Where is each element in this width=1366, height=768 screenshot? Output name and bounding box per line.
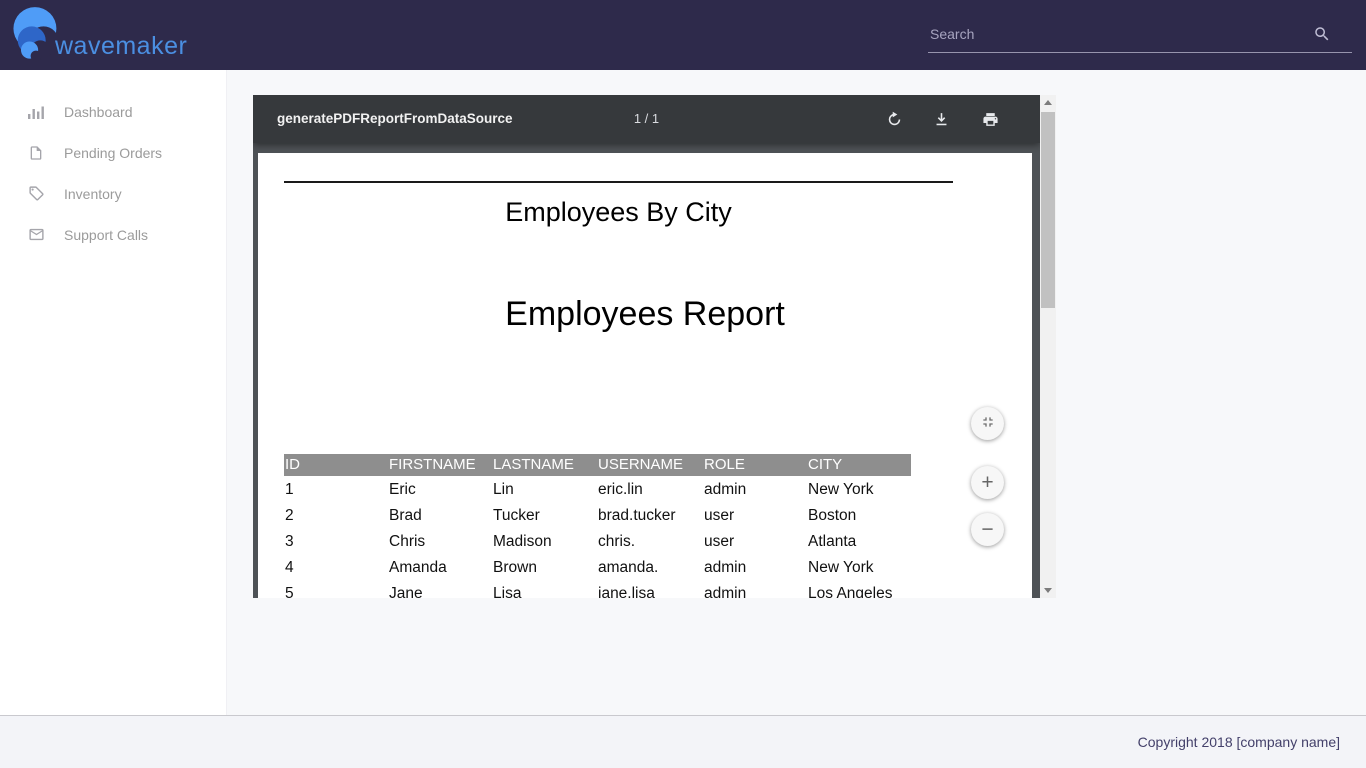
wavemaker-logo[interactable]: wavemaker — [11, 6, 187, 69]
table-cell: Jane — [388, 580, 492, 598]
print-icon[interactable] — [977, 106, 1003, 132]
table-header-cell: LASTNAME — [492, 454, 597, 476]
table-header-cell: FIRSTNAME — [388, 454, 492, 476]
brand-name: wavemaker — [55, 32, 187, 61]
scroll-down-icon[interactable] — [1040, 583, 1056, 598]
document-icon — [27, 144, 45, 162]
table-cell: Tucker — [492, 502, 597, 528]
scroll-up-icon[interactable] — [1040, 95, 1056, 110]
zoom-out-button[interactable]: − — [971, 513, 1004, 546]
table-cell: Boston — [807, 502, 911, 528]
table-cell: admin — [703, 476, 807, 502]
sidebar: Dashboard Pending Orders Inventory Suppo… — [0, 70, 227, 716]
table-cell: Brad — [388, 502, 492, 528]
scrollbar-thumb[interactable] — [1041, 112, 1055, 308]
table-header-cell: ID — [284, 454, 388, 476]
envelope-icon — [27, 226, 45, 244]
table-cell: eric.lin — [597, 476, 703, 502]
table-cell: user — [703, 528, 807, 554]
document-title: Employees By City — [284, 197, 953, 228]
table-cell: Atlanta — [807, 528, 911, 554]
search-field — [928, 10, 1352, 53]
table-cell: 3 — [284, 528, 388, 554]
copyright-text: Copyright 2018 [company name] — [1138, 734, 1340, 750]
pdf-toolbar: 1 / 1 generatePDFReportFromDataSource — [253, 95, 1040, 143]
table-cell: 5 — [284, 580, 388, 598]
table-row: 3ChrisMadisonchris.userAtlanta — [284, 528, 911, 554]
search-input[interactable] — [930, 21, 1290, 47]
table-header-cell: CITY — [807, 454, 911, 476]
pdf-scrollbar — [1040, 95, 1056, 598]
report-heading: Employees Report — [258, 295, 1032, 334]
sidebar-item-label: Dashboard — [64, 104, 133, 120]
document-rule — [284, 181, 953, 183]
wave-icon — [11, 6, 61, 69]
zoom-in-button[interactable]: + — [971, 466, 1004, 499]
table-cell: 4 — [284, 554, 388, 580]
table-cell: jane.lisa — [597, 580, 703, 598]
sidebar-item-pending-orders[interactable]: Pending Orders — [0, 132, 226, 173]
search-icon[interactable] — [1313, 25, 1331, 43]
table-cell: brad.tucker — [597, 502, 703, 528]
table-cell: user — [703, 502, 807, 528]
sidebar-item-support-calls[interactable]: Support Calls — [0, 214, 226, 255]
table-cell: 1 — [284, 476, 388, 502]
table-header-cell: ROLE — [703, 454, 807, 476]
pdf-page: Employees By City Employees Report IDFIR… — [258, 153, 1032, 598]
table-cell: Brown — [492, 554, 597, 580]
pdf-table-body: 1EricLineric.linadminNew York2BradTucker… — [284, 476, 911, 598]
table-row: 1EricLineric.linadminNew York — [284, 476, 911, 502]
table-cell: admin — [703, 554, 807, 580]
table-cell: Lisa — [492, 580, 597, 598]
app-header: wavemaker — [0, 0, 1366, 70]
table-cell: 2 — [284, 502, 388, 528]
table-row: 5JaneLisajane.lisaadminLos Angeles — [284, 580, 911, 598]
table-cell: chris. — [597, 528, 703, 554]
table-cell: Los Angeles — [807, 580, 911, 598]
sidebar-item-dashboard[interactable]: Dashboard — [0, 91, 226, 132]
table-cell: Madison — [492, 528, 597, 554]
table-cell: Amanda — [388, 554, 492, 580]
sidebar-item-label: Pending Orders — [64, 145, 162, 161]
rotate-icon[interactable] — [881, 106, 907, 132]
sidebar-item-label: Support Calls — [64, 227, 148, 243]
table-row: 2BradTuckerbrad.tuckeruserBoston — [284, 502, 911, 528]
table-cell: Eric — [388, 476, 492, 502]
fit-to-page-icon — [980, 413, 996, 434]
pdf-viewer: 1 / 1 generatePDFReportFromDataSource — [253, 95, 1056, 598]
table-cell: admin — [703, 580, 807, 598]
pdf-document-title: generatePDFReportFromDataSource — [277, 95, 513, 143]
table-header-cell: USERNAME — [597, 454, 703, 476]
fit-to-page-button[interactable] — [971, 407, 1004, 440]
table-cell: Lin — [492, 476, 597, 502]
app-footer: Copyright 2018 [company name] — [0, 715, 1366, 768]
download-icon[interactable] — [928, 106, 954, 132]
pdf-table-header: IDFIRSTNAMELASTNAMEUSERNAMEROLECITY — [284, 454, 911, 476]
employees-table: IDFIRSTNAMELASTNAMEUSERNAMEROLECITY 1Eri… — [284, 454, 911, 598]
sidebar-item-inventory[interactable]: Inventory — [0, 173, 226, 214]
bar-chart-icon — [27, 103, 45, 121]
table-row: 4AmandaBrownamanda.adminNew York — [284, 554, 911, 580]
table-cell: Chris — [388, 528, 492, 554]
table-cell: amanda. — [597, 554, 703, 580]
tag-icon — [27, 185, 45, 203]
table-cell: New York — [807, 476, 911, 502]
pdf-viewer-canvas: 1 / 1 generatePDFReportFromDataSource — [253, 95, 1040, 598]
table-cell: New York — [807, 554, 911, 580]
sidebar-item-label: Inventory — [64, 186, 122, 202]
